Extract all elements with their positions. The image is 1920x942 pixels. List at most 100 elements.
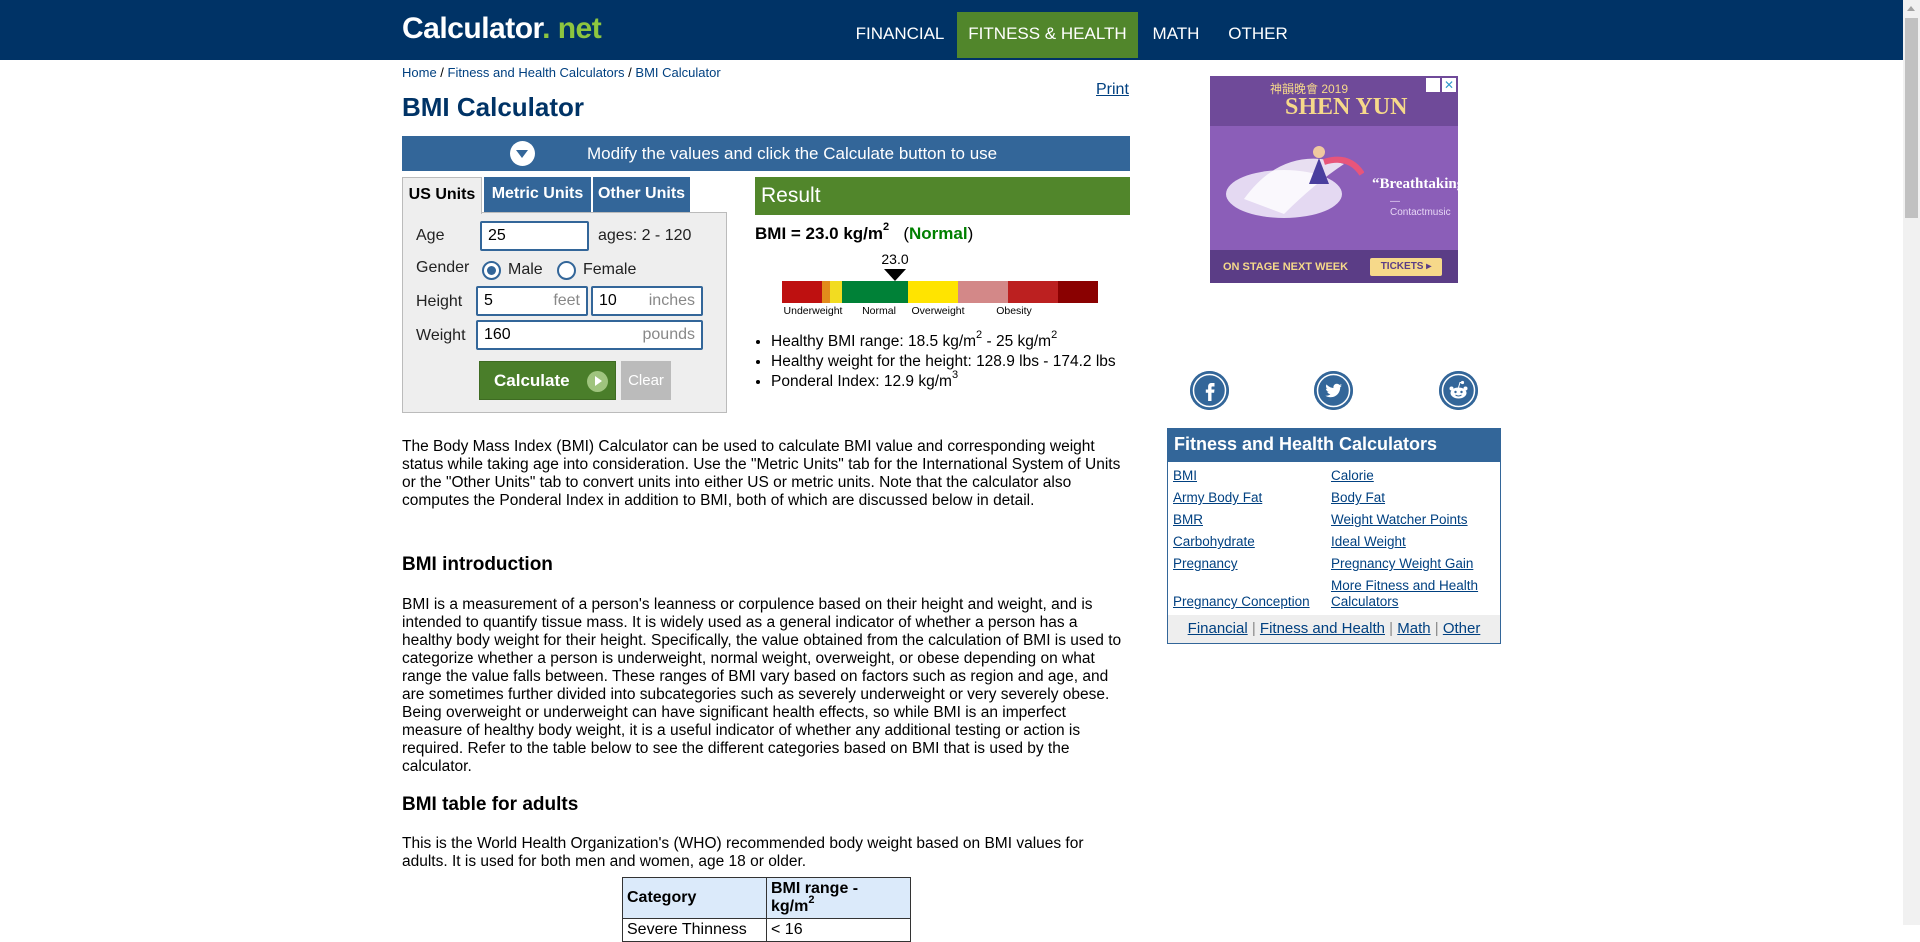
link-bmr[interactable]: BMR <box>1173 512 1203 527</box>
dancer-image-icon <box>1226 146 1364 218</box>
breadcrumb-fitness-health[interactable]: Fitness and Health Calculators <box>448 65 625 80</box>
footer-link-fitness-health[interactable]: Fitness and Health <box>1260 620 1385 637</box>
link-carbohydrate[interactable]: Carbohydrate <box>1173 534 1255 549</box>
table-cell-range: < 16 <box>766 918 911 942</box>
table-header-range: BMI range - kg/m2 <box>766 877 911 919</box>
healthy-range-text-2: - 25 kg/m <box>982 333 1052 350</box>
ad-brand-title: SHEN YUN <box>1285 94 1408 120</box>
result-details-list: Healthy BMI range: 18.5 kg/m2 - 25 kg/m2… <box>755 328 1116 392</box>
feet-unit-label: feet <box>553 292 580 309</box>
ad-tickets-button[interactable]: TICKETS ▸ <box>1370 258 1442 276</box>
ponderal-index: Ponderal Index: 12.9 kg/m3 <box>771 369 1116 392</box>
breadcrumb: Home / Fitness and Health Calculators / … <box>402 65 721 80</box>
logo-text: Calculator <box>402 12 543 45</box>
ad-quote: “Breathtaking” <box>1372 176 1458 192</box>
scroll-up-arrow-icon[interactable] <box>1903 0 1920 17</box>
link-weight-watcher-points[interactable]: Weight Watcher Points <box>1331 512 1468 527</box>
tab-metric-units[interactable]: Metric Units <box>484 177 591 213</box>
height-feet-input[interactable]: 5 feet <box>476 286 588 316</box>
nav-fitness-health[interactable]: FITNESS & HEALTH <box>957 12 1138 58</box>
facebook-icon[interactable] <box>1190 371 1229 410</box>
bmi-classification: Normal <box>909 224 968 243</box>
breadcrumb-bmi[interactable]: BMI Calculator <box>635 65 720 80</box>
nav-financial[interactable]: FINANCIAL <box>845 12 955 58</box>
clear-button[interactable]: Clear <box>621 361 671 400</box>
tab-us-units[interactable]: US Units <box>402 177 482 214</box>
exp: 2 <box>808 893 815 906</box>
tab-other-units[interactable]: Other Units <box>593 177 690 213</box>
top-navigation-bar: Calculator. net FINANCIAL FITNESS & HEAL… <box>0 0 1903 60</box>
site-logo[interactable]: Calculator. net <box>402 12 602 46</box>
ad-stage-text: ON STAGE NEXT WEEK <box>1223 261 1349 273</box>
page-title: BMI Calculator <box>402 92 585 122</box>
gauge-segment-normal <box>842 281 908 303</box>
gauge-label-underweight: Underweight <box>784 305 843 317</box>
footer-separator: | <box>1247 620 1260 637</box>
advertisement-banner[interactable]: 神韻晚會 2019 SHEN YUN ✕ “Breathtaking” —Con… <box>1210 76 1458 283</box>
vertical-scrollbar[interactable] <box>1903 0 1920 925</box>
footer-separator: | <box>1385 620 1398 637</box>
calculate-button-label: Calculate <box>494 371 570 390</box>
reddit-icon[interactable] <box>1439 371 1478 410</box>
bmi-introduction-paragraph: BMI is a measurement of a person's leann… <box>402 596 1122 775</box>
bmi-exponent: 2 <box>883 221 890 234</box>
breadcrumb-separator: / <box>624 65 636 80</box>
height-label: Height <box>416 293 463 310</box>
chevron-down-circle-icon[interactable] <box>510 141 535 166</box>
link-more-fitness-health[interactable]: More Fitness and Health Calculators <box>1331 578 1491 610</box>
height-inches-input[interactable]: 10 inches <box>591 286 703 316</box>
height-inches-value: 10 <box>599 292 617 309</box>
modify-values-banner[interactable]: Modify the values and click the Calculat… <box>402 136 1130 171</box>
print-link[interactable]: Print <box>1096 81 1129 99</box>
age-range-hint: ages: 2 - 120 <box>598 227 692 244</box>
link-pregnancy-conception[interactable]: Pregnancy Conception <box>1173 594 1310 609</box>
gauge-segment-mild-thin <box>830 281 842 303</box>
gender-male-radio[interactable] <box>482 261 501 280</box>
link-pregnancy[interactable]: Pregnancy <box>1173 556 1238 571</box>
weight-input[interactable]: 160 pounds <box>476 320 703 350</box>
gauge-segment-overweight <box>908 281 958 303</box>
calculate-button[interactable]: Calculate <box>479 361 616 400</box>
bmi-paren-close: ) <box>967 224 974 243</box>
healthy-bmi-range: Healthy BMI range: 18.5 kg/m2 - 25 kg/m2 <box>771 328 1116 352</box>
ad-choices-icon[interactable] <box>1426 78 1440 92</box>
logo-net-text: . net <box>542 12 602 45</box>
gender-female-label[interactable]: Female <box>583 261 636 279</box>
weight-label: Weight <box>416 327 466 344</box>
height-feet-value: 5 <box>484 292 493 309</box>
gender-male-label[interactable]: Male <box>508 261 543 279</box>
footer-link-math[interactable]: Math <box>1397 620 1430 637</box>
link-army-body-fat[interactable]: Army Body Fat <box>1173 490 1262 505</box>
breadcrumb-home[interactable]: Home <box>402 65 437 80</box>
exp: 2 <box>1051 328 1058 341</box>
bmi-table-paragraph: This is the World Health Organization's … <box>402 835 1084 870</box>
gender-label: Gender <box>416 259 470 276</box>
age-label: Age <box>416 227 445 244</box>
link-ideal-weight[interactable]: Ideal Weight <box>1331 534 1406 549</box>
table-header-range-text: BMI range - kg/m <box>771 880 859 915</box>
nav-math[interactable]: MATH <box>1140 12 1212 58</box>
healthy-range-text: Healthy BMI range: 18.5 kg/m <box>771 333 977 350</box>
bmi-result-line: BMI = 23.0 kg/m2 (Normal) <box>755 221 974 244</box>
link-bmi[interactable]: BMI <box>1173 468 1197 483</box>
gauge-segment-moderate-thin <box>822 281 830 303</box>
related-calculators-box: Fitness and Health Calculators BMI Calor… <box>1167 428 1501 644</box>
table-cell-category: Severe Thinness <box>622 918 767 942</box>
link-pregnancy-weight-gain[interactable]: Pregnancy Weight Gain <box>1331 556 1473 571</box>
link-calorie[interactable]: Calorie <box>1331 468 1374 483</box>
pounds-unit-label: pounds <box>642 326 696 343</box>
gauge-pointer-icon <box>884 269 906 281</box>
ad-close-icon[interactable]: ✕ <box>1442 78 1456 92</box>
twitter-icon[interactable] <box>1314 371 1353 410</box>
gauge-value-label: 23.0 <box>881 251 908 267</box>
gauge-label-overweight: Overweight <box>911 305 964 317</box>
result-header: Result <box>755 177 1130 215</box>
related-calculators-title: Fitness and Health Calculators <box>1168 429 1500 462</box>
scrollbar-thumb[interactable] <box>1905 18 1918 218</box>
gender-female-radio[interactable] <box>557 261 576 280</box>
age-input[interactable]: 25 <box>480 221 589 251</box>
nav-other[interactable]: OTHER <box>1216 12 1300 58</box>
link-body-fat[interactable]: Body Fat <box>1331 490 1385 505</box>
footer-link-other[interactable]: Other <box>1443 620 1481 637</box>
footer-link-financial[interactable]: Financial <box>1188 620 1248 637</box>
